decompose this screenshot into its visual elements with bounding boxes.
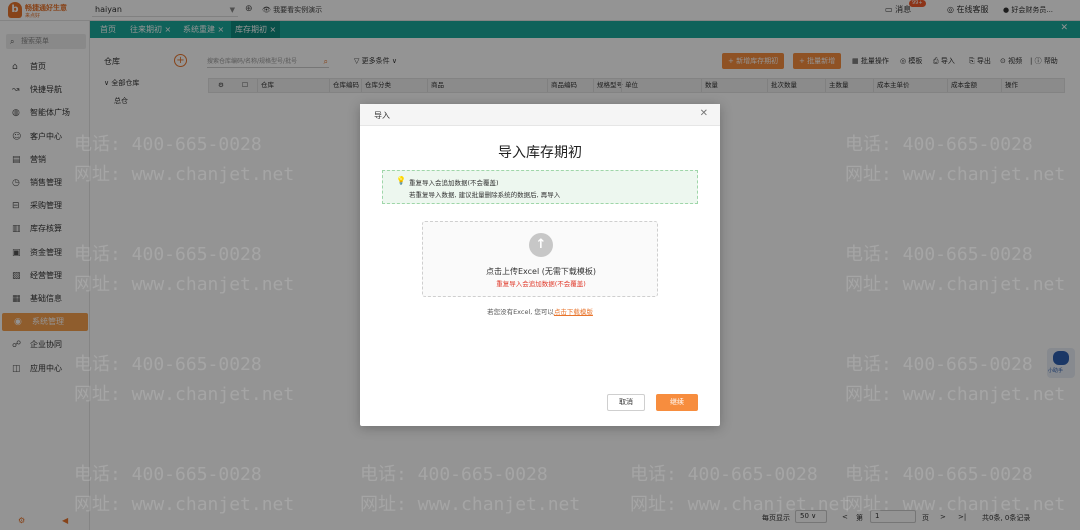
watermark-site: 网址: www.chanjet.net (845, 494, 1066, 515)
watermark-site: 网址: www.chanjet.net (74, 494, 295, 515)
watermark-site: 网址: www.chanjet.net (360, 494, 581, 515)
watermark-phone: 电话: 400-665-0028 (845, 244, 1033, 265)
upload-arrow-icon: ↑ (529, 233, 553, 257)
excel-upload-area[interactable]: ↑ 点击上传Excel (无需下载模板) 重复导入会追加数据(不会覆盖) (422, 221, 658, 297)
notice-line-2: 若重复导入数据, 建议批量删除系统的数据后, 再导入 (409, 191, 561, 199)
watermark-phone: 电话: 400-665-0028 (845, 354, 1033, 375)
import-dialog: 导入 ✕ 导入库存期初 💡 重复导入会追加数据(不会覆盖) 若重复导入数据, 建… (360, 104, 720, 426)
notice-line-1: 重复导入会追加数据(不会覆盖) (409, 179, 499, 187)
cancel-button[interactable]: 取消 (607, 394, 645, 411)
watermark-phone: 电话: 400-665-0028 (74, 134, 262, 155)
lightbulb-icon: 💡 (396, 176, 406, 185)
watermark-site: 网址: www.chanjet.net (845, 164, 1066, 185)
watermark-site: 网址: www.chanjet.net (74, 274, 295, 295)
watermark-phone: 电话: 400-665-0028 (630, 464, 818, 485)
watermark-site: 网址: www.chanjet.net (630, 494, 851, 515)
watermark-phone: 电话: 400-665-0028 (74, 244, 262, 265)
continue-button[interactable]: 继续 (656, 394, 698, 411)
watermark-site: 网址: www.chanjet.net (74, 164, 295, 185)
download-template-link[interactable]: 点击下载模版 (554, 308, 593, 316)
watermark-site: 网址: www.chanjet.net (845, 384, 1066, 405)
dialog-header: 导入 ✕ (360, 104, 720, 126)
template-tip-text: 若您没有Excel, 您可以 (487, 308, 554, 316)
watermark-phone: 电话: 400-665-0028 (74, 464, 262, 485)
watermark-phone: 电话: 400-665-0028 (845, 134, 1033, 155)
watermark-site: 网址: www.chanjet.net (74, 384, 295, 405)
watermark-phone: 电话: 400-665-0028 (360, 464, 548, 485)
close-icon[interactable]: ✕ (700, 108, 708, 119)
dialog-title: 导入库存期初 (498, 145, 582, 161)
upload-warning: 重复导入会追加数据(不会覆盖) (496, 280, 586, 288)
template-tip: 若您没有Excel, 您可以点击下载模版 (360, 306, 720, 316)
watermark-site: 网址: www.chanjet.net (845, 274, 1066, 295)
import-notice: 💡 重复导入会追加数据(不会覆盖) 若重复导入数据, 建议批量删除系统的数据后,… (382, 170, 698, 204)
dialog-header-title: 导入 (374, 111, 390, 120)
upload-instruction: 点击上传Excel (无需下载模板) (486, 267, 596, 276)
watermark-phone: 电话: 400-665-0028 (74, 354, 262, 375)
watermark-phone: 电话: 400-665-0028 (845, 464, 1033, 485)
